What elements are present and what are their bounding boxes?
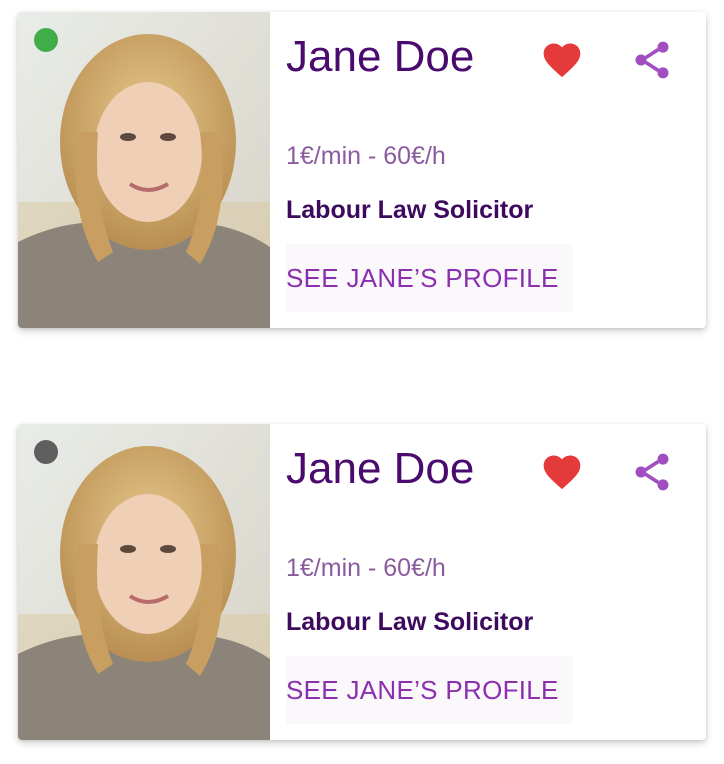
profile-photo [18,12,270,328]
lawyer-name: Jane Doe [286,32,475,81]
profile-photo [18,424,270,740]
card-info: Jane Doe 1€/min - 60€/h Labour Law Solic… [286,12,706,328]
price-text: 1€/min - 60€/h [286,142,446,170]
share-icon[interactable] [630,450,674,494]
price-text: 1€/min - 60€/h [286,554,446,582]
card-info: Jane Doe 1€/min - 60€/h Labour Law Solic… [286,424,706,740]
specialty-text: Labour Law Solicitor [286,608,534,636]
lawyer-name: Jane Doe [286,444,475,493]
lawyer-card: Jane Doe 1€/min - 60€/h Labour Law Solic… [18,12,706,328]
offline-status-indicator [34,440,58,464]
specialty-text: Labour Law Solicitor [286,196,534,224]
see-profile-button[interactable]: SEE JANE’S PROFILE [286,244,573,312]
online-status-indicator [34,28,58,52]
heart-icon[interactable] [540,450,584,494]
see-profile-button[interactable]: SEE JANE’S PROFILE [286,656,573,724]
heart-icon[interactable] [540,38,584,82]
lawyer-card: Jane Doe 1€/min - 60€/h Labour Law Solic… [18,424,706,740]
share-icon[interactable] [630,38,674,82]
